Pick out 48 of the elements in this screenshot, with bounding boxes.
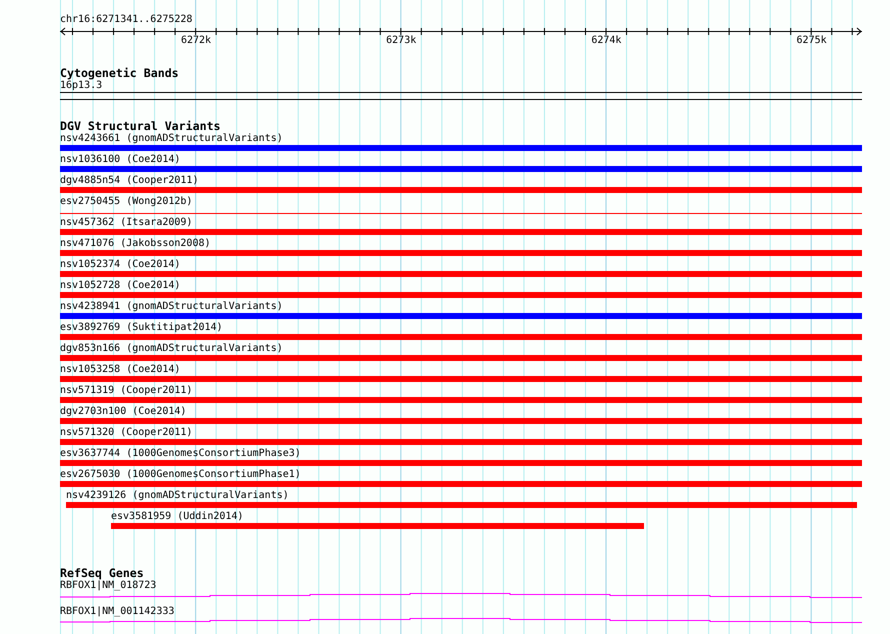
variant-label: esv3581959 (Uddin2014): [111, 511, 244, 523]
variant-bar[interactable]: [111, 523, 644, 529]
variant-bar[interactable]: [60, 460, 862, 466]
tick-label: 6275k: [796, 35, 827, 46]
variant-label: nsv4238941 (gnomADStructuralVariants): [60, 301, 284, 313]
variant-bar[interactable]: [60, 250, 862, 256]
variant-bar[interactable]: [60, 229, 862, 235]
variant-label: dgv4885n54 (Cooper2011): [60, 175, 200, 187]
variant-label: nsv1036100 (Coe2014): [60, 154, 182, 166]
variant-label: dgv853n166 (gnomADStructuralVariants): [60, 343, 284, 355]
variant-bar[interactable]: [60, 166, 862, 172]
variant-label: nsv1053258 (Coe2014): [60, 364, 182, 376]
track-title: RefSeq Genes: [60, 567, 145, 580]
location-label: chr16:6271341..6275228: [60, 14, 194, 26]
variant-bar[interactable]: [66, 502, 857, 508]
variant-bar[interactable]: [60, 292, 862, 298]
tick-label: 6274k: [591, 35, 622, 46]
variant-label: nsv4239126 (gnomADStructuralVariants): [66, 490, 290, 502]
gene-label: RBFOX1|NM_001142333: [60, 606, 176, 618]
variant-bar[interactable]: [60, 313, 862, 319]
gene-label: RBFOX1|NM_018723: [60, 580, 158, 592]
variant-label: nsv1052374 (Coe2014): [60, 259, 182, 271]
variant-bar[interactable]: [60, 334, 862, 340]
variant-label: esv2675030 (1000GenomesConsortiumPhase1): [60, 469, 302, 481]
variant-label: nsv571319 (Cooper2011): [60, 385, 194, 397]
variant-label: dgv2703n100 (Coe2014): [60, 406, 188, 418]
variant-bar[interactable]: [60, 439, 862, 445]
variant-label: nsv4243661 (gnomADStructuralVariants): [60, 133, 284, 145]
variant-bar[interactable]: [60, 481, 862, 487]
variant-bar[interactable]: [60, 397, 862, 403]
variant-bar[interactable]: [60, 376, 862, 382]
variant-label: nsv471076 (Jakobsson2008): [60, 238, 212, 250]
variant-bar[interactable]: [60, 355, 862, 361]
variant-label: nsv571320 (Cooper2011): [60, 427, 194, 439]
track-title: DGV Structural Variants: [60, 120, 222, 133]
variant-bar[interactable]: [60, 145, 862, 151]
variant-bar[interactable]: [60, 271, 862, 277]
variant-label: esv3637744 (1000GenomesConsortiumPhase3): [60, 448, 302, 460]
variant-label: esv2750455 (Wong2012b): [60, 196, 194, 208]
variant-bar[interactable]: [60, 418, 862, 424]
variant-label: nsv457362 (Itsara2009): [60, 217, 194, 229]
variant-bar[interactable]: [60, 187, 862, 193]
variant-label: esv3892769 (Suktitipat2014): [60, 322, 224, 334]
tick-label: 6273k: [386, 35, 416, 46]
band-label: 16p13.3: [60, 80, 104, 92]
track-title: Cytogenetic Bands: [60, 67, 180, 80]
variant-label: nsv1052728 (Coe2014): [60, 280, 182, 292]
tick-label: 6272k: [180, 35, 212, 46]
